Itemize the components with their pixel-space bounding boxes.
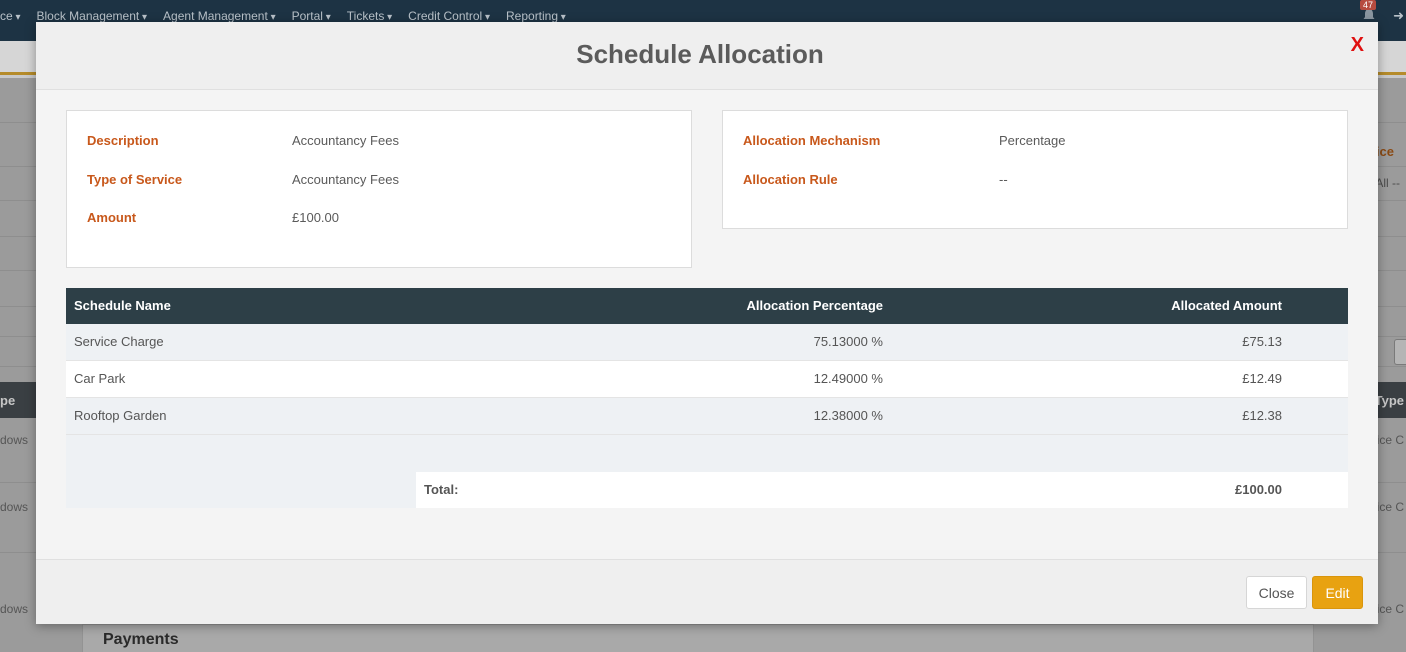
schedule-name-cell: Rooftop Garden bbox=[74, 408, 167, 423]
bg-cell-text: dows bbox=[0, 602, 29, 616]
detail-value: Accountancy Fees bbox=[292, 172, 399, 187]
sign-out-icon[interactable]: ➜ bbox=[1393, 8, 1404, 24]
schedule-name-cell: Car Park bbox=[74, 371, 126, 386]
detail-label: Allocation Rule bbox=[743, 172, 838, 187]
allocation-settings-panel: Allocation Mechanism Percentage Allocati… bbox=[722, 110, 1348, 229]
table-header-row: Schedule Name Allocation Percentage Allo… bbox=[66, 288, 1348, 324]
modal-title: Schedule Allocation bbox=[576, 39, 824, 69]
nav-item-tickets[interactable]: Tickets bbox=[347, 9, 392, 23]
bg-header-text: Type bbox=[1374, 393, 1404, 408]
total-box: Total: £100.00 bbox=[416, 472, 1348, 508]
detail-value: -- bbox=[999, 172, 1008, 187]
nav-item-agent-management[interactable]: Agent Management bbox=[163, 9, 276, 23]
nav-item-credit-control[interactable]: Credit Control bbox=[408, 9, 490, 23]
detail-value: Percentage bbox=[999, 133, 1066, 148]
bg-cell-text: dows bbox=[0, 500, 29, 514]
nav-item-block-management[interactable]: Block Management bbox=[37, 9, 148, 23]
allocated-amount-cell: £12.38 bbox=[1242, 408, 1282, 423]
total-value: £100.00 bbox=[1235, 482, 1282, 497]
bg-payments-panel: Payments bbox=[82, 624, 1314, 652]
modal-footer: Close Edit bbox=[36, 559, 1378, 624]
column-header-schedule-name: Schedule Name bbox=[74, 298, 171, 313]
column-header-allocation-percentage: Allocation Percentage bbox=[746, 298, 883, 313]
table-row: Rooftop Garden 12.38000 % £12.38 bbox=[66, 398, 1348, 435]
detail-label: Description bbox=[87, 133, 159, 148]
allocation-percentage-cell: 12.49000 % bbox=[813, 371, 883, 386]
notification-badge: 47 bbox=[1359, 0, 1376, 10]
modal-header: Schedule Allocation X bbox=[36, 22, 1378, 90]
table-total-row: Total: £100.00 bbox=[66, 472, 1348, 508]
bg-side-button[interactable] bbox=[1394, 339, 1406, 365]
detail-label: Allocation Mechanism bbox=[743, 133, 881, 148]
detail-label: Amount bbox=[87, 210, 137, 225]
detail-label: Type of Service bbox=[87, 172, 183, 187]
column-header-allocated-amount: Allocated Amount bbox=[1171, 298, 1282, 313]
nav-item-finance[interactable]: ce bbox=[0, 9, 21, 23]
modal-close-icon[interactable]: X bbox=[1351, 34, 1364, 57]
allocation-table: Schedule Name Allocation Percentage Allo… bbox=[66, 288, 1348, 508]
total-label: Total: bbox=[424, 482, 459, 497]
schedule-name-cell: Service Charge bbox=[74, 334, 164, 349]
detail-value: £100.00 bbox=[292, 210, 339, 225]
allocation-percentage-cell: 75.13000 % bbox=[813, 334, 883, 349]
allocated-amount-cell: £12.49 bbox=[1242, 371, 1282, 386]
nav-menu: ce Block Management Agent Management Por… bbox=[0, 9, 566, 23]
allocated-amount-cell: £75.13 bbox=[1242, 334, 1282, 349]
bell-icon[interactable] bbox=[1362, 8, 1376, 22]
detail-value: Accountancy Fees bbox=[292, 133, 399, 148]
schedule-allocation-modal: Schedule Allocation X Description Accoun… bbox=[36, 22, 1378, 624]
details-panel: Description Accountancy Fees Type of Ser… bbox=[66, 110, 692, 268]
close-button[interactable]: Close bbox=[1246, 576, 1307, 609]
nav-item-portal[interactable]: Portal bbox=[292, 9, 331, 23]
table-row: Service Charge 75.13000 % £75.13 bbox=[66, 324, 1348, 361]
bg-header-text: pe bbox=[0, 393, 16, 408]
edit-button[interactable]: Edit bbox=[1312, 576, 1363, 609]
table-spacer-row bbox=[66, 435, 1348, 472]
bg-filter-text: All -- bbox=[1375, 176, 1400, 190]
table-row: Car Park 12.49000 % £12.49 bbox=[66, 361, 1348, 398]
nav-item-reporting[interactable]: Reporting bbox=[506, 9, 566, 23]
bg-cell-text: dows bbox=[0, 433, 29, 447]
allocation-percentage-cell: 12.38000 % bbox=[813, 408, 883, 423]
bg-column-header: ice bbox=[1375, 144, 1394, 159]
bg-payments-title: Payments bbox=[103, 631, 179, 648]
